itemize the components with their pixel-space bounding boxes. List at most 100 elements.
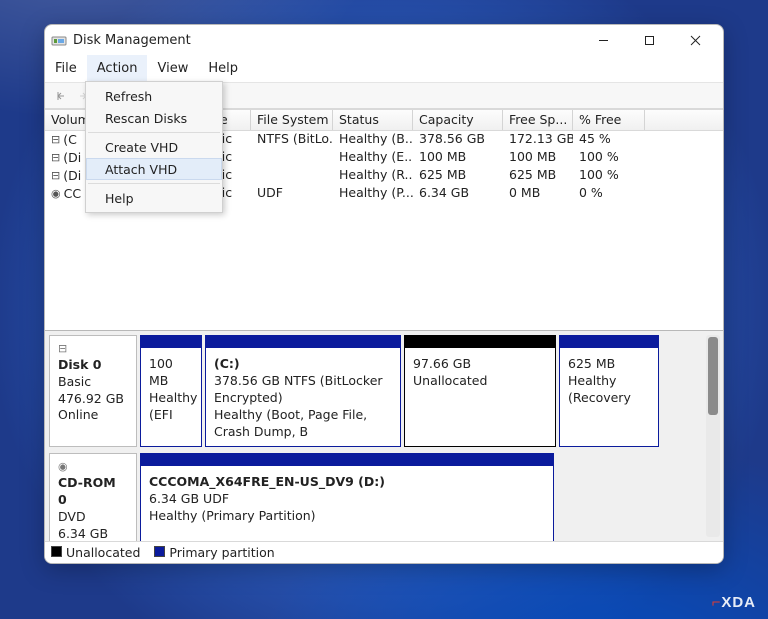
legend-unallocated-label: Unallocated [66, 545, 140, 560]
app-icon [51, 32, 67, 48]
col-fs-label: File System [257, 112, 329, 127]
partition-size: 97.66 GB [413, 356, 547, 373]
window-title: Disk Management [73, 33, 581, 48]
partition[interactable]: (C:) 378.56 GB NTFS (BitLocker Encrypted… [205, 335, 401, 447]
close-button[interactable] [673, 26, 717, 54]
partition-size: 625 MB [568, 356, 650, 373]
partition[interactable]: 100 MB Healthy (EFI [140, 335, 202, 447]
cd-icon: ◉ [51, 187, 61, 200]
partition-size: 378.56 GB NTFS (BitLocker Encrypted) [214, 373, 392, 407]
partition-status: Unallocated [413, 373, 547, 390]
disk-icon: ⊟ [51, 151, 60, 164]
titlebar: Disk Management [45, 25, 723, 55]
disk-type: Basic [58, 374, 128, 391]
menu-rescan-disks[interactable]: Rescan Disks [86, 107, 222, 129]
disk-type: DVD [58, 509, 128, 526]
disk-size: 6.34 GB [58, 526, 128, 541]
xda-watermark: ⌐XDA [712, 594, 756, 611]
volume-name: CC [64, 186, 81, 201]
volume-free: 172.13 GB [503, 131, 573, 149]
volume-status: Healthy (R... [333, 167, 413, 185]
disk-header[interactable]: ⊟ Disk 0 Basic 476.92 GB Online [49, 335, 137, 447]
maximize-button[interactable] [627, 26, 671, 54]
partition[interactable]: 97.66 GB Unallocated [404, 335, 556, 447]
partition[interactable]: CCCOMA_X64FRE_EN-US_DV9 (D:) 6.34 GB UDF… [140, 453, 554, 541]
legend-primary-label: Primary partition [169, 545, 274, 560]
partition-size: 6.34 GB UDF [149, 491, 545, 508]
disk-icon: ⊟ [51, 169, 60, 182]
col-cap-label: Capacity [419, 112, 474, 127]
volume-capacity: 100 MB [413, 149, 503, 167]
volume-capacity: 6.34 GB [413, 185, 503, 203]
volume-status: Healthy (E... [333, 149, 413, 167]
menu-help[interactable]: Help [86, 187, 222, 209]
scrollbar-thumb[interactable] [708, 337, 718, 415]
menu-separator [88, 183, 220, 184]
action-menu: Refresh Rescan Disks Create VHD Attach V… [85, 81, 223, 213]
disk-header[interactable]: ◉ CD-ROM 0 DVD 6.34 GB Online [49, 453, 137, 541]
menu-refresh[interactable]: Refresh [86, 85, 222, 107]
menu-attach-vhd[interactable]: Attach VHD [86, 158, 222, 180]
col-status[interactable]: Status [333, 110, 413, 130]
disk-map-pane: ⊟ Disk 0 Basic 476.92 GB Online 100 MB H… [45, 331, 723, 563]
menu-file[interactable]: File [45, 55, 87, 82]
partition-status: Healthy (Boot, Page File, Crash Dump, B [214, 407, 392, 441]
volume-capacity: 625 MB [413, 167, 503, 185]
partition-status: Healthy (Recovery [568, 373, 650, 407]
menubar: File Action View Help [45, 55, 723, 83]
volume-free: 100 MB [503, 149, 573, 167]
volume-name: (Di [63, 168, 81, 183]
volume-fs [251, 149, 333, 167]
partition-label: (C:) [214, 356, 392, 373]
partition-status: Healthy (Primary Partition) [149, 508, 545, 525]
partition-label: CCCOMA_X64FRE_EN-US_DV9 (D:) [149, 474, 545, 491]
volume-fs [251, 167, 333, 185]
menu-view[interactable]: View [147, 55, 198, 82]
disk-name: Disk 0 [58, 357, 128, 374]
col-pctfree[interactable]: % Free [573, 110, 645, 130]
disk-row: ◉ CD-ROM 0 DVD 6.34 GB Online CCCOMA_X64… [49, 453, 719, 541]
volume-pct: 100 % [573, 167, 645, 185]
volume-status: Healthy (P... [333, 185, 413, 203]
col-filesystem[interactable]: File System [251, 110, 333, 130]
disk-size: 476.92 GB [58, 391, 128, 408]
partition[interactable]: 625 MB Healthy (Recovery [559, 335, 659, 447]
volume-pct: 45 % [573, 131, 645, 149]
watermark-text: XDA [721, 594, 756, 611]
partition-strip: CCCOMA_X64FRE_EN-US_DV9 (D:) 6.34 GB UDF… [140, 453, 719, 541]
partition-strip: 100 MB Healthy (EFI (C:) 378.56 GB NTFS … [140, 335, 719, 447]
col-pct-label: % Free [579, 112, 621, 127]
menu-create-vhd[interactable]: Create VHD [86, 136, 222, 158]
menu-action[interactable]: Action [87, 55, 148, 82]
cd-icon: ◉ [58, 460, 128, 475]
disk-icon: ⊟ [51, 133, 60, 146]
col-freespace[interactable]: Free Sp... [503, 110, 573, 130]
volume-fs: NTFS (BitLo... [251, 131, 333, 149]
volume-status: Healthy (B... [333, 131, 413, 149]
legend-unallocated: Unallocated [51, 545, 140, 560]
col-free-label: Free Sp... [509, 112, 567, 127]
disk-name: CD-ROM 0 [58, 475, 128, 509]
volume-fs: UDF [251, 185, 333, 203]
col-capacity[interactable]: Capacity [413, 110, 503, 130]
disk-state: Online [58, 407, 128, 424]
partition-status: Healthy (EFI [149, 390, 193, 424]
minimize-button[interactable] [581, 26, 625, 54]
menu-separator [88, 132, 220, 133]
volume-name: (Di [63, 150, 81, 165]
col-status-label: Status [339, 112, 379, 127]
disk-row: ⊟ Disk 0 Basic 476.92 GB Online 100 MB H… [49, 335, 719, 447]
disk-icon: ⊟ [58, 342, 128, 357]
window-controls [581, 26, 717, 54]
volume-capacity: 378.56 GB [413, 131, 503, 149]
volume-name: (C [63, 132, 77, 147]
menu-help[interactable]: Help [198, 55, 248, 82]
volume-free: 625 MB [503, 167, 573, 185]
back-button[interactable] [49, 86, 71, 106]
volume-pct: 100 % [573, 149, 645, 167]
volume-free: 0 MB [503, 185, 573, 203]
legend-primary: Primary partition [154, 545, 274, 560]
vertical-scrollbar[interactable] [706, 335, 720, 537]
volume-pct: 0 % [573, 185, 645, 203]
legend: Unallocated Primary partition [45, 541, 723, 563]
